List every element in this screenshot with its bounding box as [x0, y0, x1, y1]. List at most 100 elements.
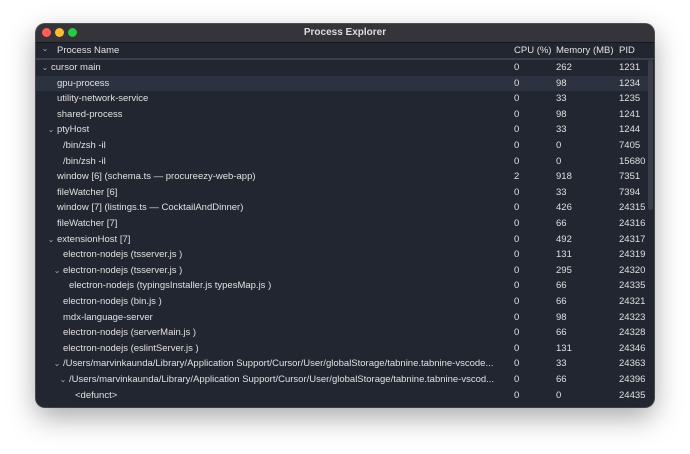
table-row[interactable]: utility-network-service0331235: [36, 91, 648, 107]
memory-value: 66: [556, 372, 567, 388]
column-header-cpu[interactable]: CPU (%): [514, 45, 551, 56]
table-row[interactable]: gpu-process0981234: [36, 76, 648, 92]
table-row[interactable]: electron-nodejs (tsserver.js )013124319: [36, 247, 648, 263]
process-name: window [7] (listings.ts — CocktailAndDin…: [57, 200, 243, 216]
process-name: electron-nodejs (tsserver.js ): [63, 263, 182, 279]
memory-value: 66: [556, 294, 567, 310]
pid-value: 7351: [619, 169, 640, 185]
process-name: utility-network-service: [57, 91, 148, 107]
table-row[interactable]: ⌄ptyHost0331244: [36, 122, 648, 138]
window-title: Process Explorer: [36, 27, 654, 38]
pid-value: 7405: [619, 138, 640, 154]
title-bar: Process Explorer: [36, 24, 654, 43]
cpu-value: 0: [514, 91, 519, 107]
memory-value: 426: [556, 200, 572, 216]
process-name: ptyHost: [57, 122, 89, 138]
table-row[interactable]: /bin/zsh -il0015680: [36, 154, 648, 170]
cpu-value: 0: [514, 356, 519, 372]
cpu-value: 0: [514, 154, 519, 170]
cpu-value: 0: [514, 341, 519, 357]
chevron-down-icon[interactable]: ⌄: [39, 60, 51, 76]
pid-value: 24317: [619, 232, 645, 248]
process-name: /bin/zsh -il: [63, 138, 106, 154]
column-header-name[interactable]: Process Name: [57, 45, 119, 56]
memory-value: 98: [556, 310, 567, 326]
chevron-down-icon[interactable]: ⌄: [45, 232, 57, 248]
pid-value: 24435: [619, 388, 645, 404]
table-row[interactable]: electron-nodejs (serverMain.js ) 0 66 24328: [36, 325, 648, 341]
table-row[interactable]: window [6] (schema.ts — procureezy-web-a…: [36, 169, 648, 185]
table-row[interactable]: ⌄/Users/marvinkaunda/Library/Application…: [36, 372, 648, 388]
table-row[interactable]: /bin/zsh -il 0 0 7405: [36, 138, 648, 154]
process-name: /Users/marvinkaunda/Library/Application …: [69, 372, 494, 388]
process-name: window [6] (schema.ts — procureezy-web-a…: [57, 169, 256, 185]
cpu-value: 0: [514, 200, 519, 216]
scrollbar[interactable]: [648, 60, 653, 210]
table-row[interactable]: ⌄extensionHost [7]049224317: [36, 232, 648, 248]
pid-value: 24335: [619, 278, 645, 294]
pid-value: 24323: [619, 310, 645, 326]
memory-value: 0: [556, 138, 561, 154]
memory-value: 262: [556, 60, 572, 76]
table-row[interactable]: window [7] (listings.ts — CocktailAndDin…: [36, 200, 648, 216]
process-name: electron-nodejs (typingsInstaller.js typ…: [69, 278, 271, 294]
column-header-pid[interactable]: PID: [619, 45, 635, 56]
memory-value: 66: [556, 216, 567, 232]
chevron-down-icon[interactable]: ⌄: [57, 372, 69, 388]
process-explorer-window: Process Explorer ⌄ Process Name CPU (%) …: [36, 24, 654, 407]
table-row[interactable]: ⌄cursor main02621231: [36, 60, 648, 76]
cpu-value: 0: [514, 107, 519, 123]
table-row[interactable]: <defunct>0024435: [36, 388, 648, 404]
process-name: extensionHost [7]: [57, 232, 130, 248]
process-name: gpu-process: [57, 76, 109, 92]
process-name: electron-nodejs (eslintServer.js ): [63, 341, 199, 357]
pid-value: 7394: [619, 185, 640, 201]
pid-value: 1231: [619, 60, 640, 76]
process-name: shared-process: [57, 107, 122, 123]
pid-value: 24346: [619, 341, 645, 357]
process-name: electron-nodejs (tsserver.js ): [63, 247, 182, 263]
pid-value: 24316: [619, 216, 645, 232]
memory-value: 0: [556, 388, 561, 404]
chevron-down-icon[interactable]: ⌄: [39, 44, 51, 53]
pid-value: 24328: [619, 325, 645, 341]
process-name: mdx-language-server: [63, 310, 153, 326]
memory-value: 33: [556, 122, 567, 138]
table-row[interactable]: fileWatcher [7]06624316: [36, 216, 648, 232]
pid-value: 1241: [619, 107, 640, 123]
table-row[interactable]: ⌄/Users/marvinkaunda/Library/Application…: [36, 356, 648, 372]
table-row[interactable]: electron-nodejs (typingsInstaller.js typ…: [36, 278, 648, 294]
table-row[interactable]: mdx-language-server09824323: [36, 310, 648, 326]
memory-value: 0: [556, 154, 561, 170]
cpu-value: 0: [514, 263, 519, 279]
chevron-down-icon[interactable]: ⌄: [51, 263, 63, 279]
cpu-value: 0: [514, 247, 519, 263]
pid-value: 24396: [619, 372, 645, 388]
table-row[interactable]: shared-process0981241: [36, 107, 648, 123]
pid-value: 1244: [619, 122, 640, 138]
memory-value: 66: [556, 325, 567, 341]
column-header-memory[interactable]: Memory (MB): [556, 45, 614, 56]
memory-value: 98: [556, 76, 567, 92]
memory-value: 66: [556, 278, 567, 294]
memory-value: 33: [556, 185, 567, 201]
chevron-down-icon[interactable]: ⌄: [45, 122, 57, 138]
memory-value: 131: [556, 247, 572, 263]
pid-value: 24315: [619, 200, 645, 216]
process-name: /bin/zsh -il: [63, 154, 106, 170]
table-row[interactable]: ⌄electron-nodejs (tsserver.js )029524320: [36, 263, 648, 279]
memory-value: 131: [556, 341, 572, 357]
table-row[interactable]: fileWatcher [6]0337394: [36, 185, 648, 201]
cpu-value: 2: [514, 169, 519, 185]
chevron-down-icon[interactable]: ⌄: [51, 356, 63, 372]
cpu-value: 0: [514, 325, 519, 341]
memory-value: 33: [556, 91, 567, 107]
cpu-value: 0: [514, 138, 519, 154]
table-header: ⌄ Process Name CPU (%) Memory (MB) PID: [36, 43, 654, 60]
table-row[interactable]: electron-nodejs (bin.js )06624321: [36, 294, 648, 310]
process-name: electron-nodejs (serverMain.js ): [63, 325, 196, 341]
process-name: /Users/marvinkaunda/Library/Application …: [63, 356, 493, 372]
table-row[interactable]: electron-nodejs (eslintServer.js ) 0 131 24…: [36, 341, 648, 357]
cpu-value: 0: [514, 216, 519, 232]
process-name: cursor main: [51, 60, 101, 76]
